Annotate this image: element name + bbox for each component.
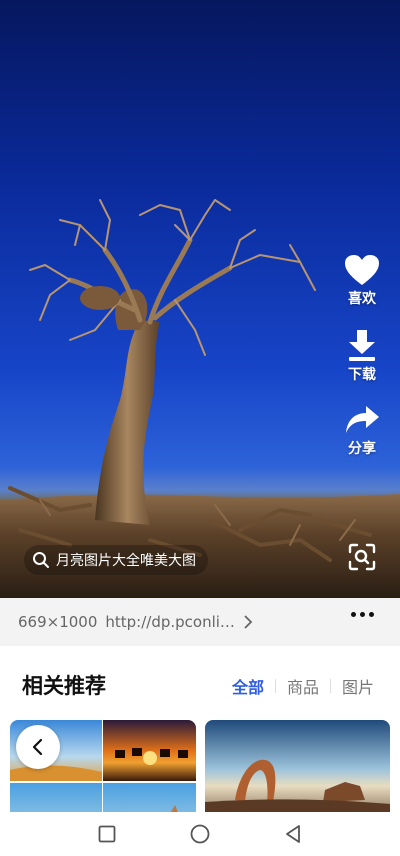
filter-tabs: 全部 商品 图片	[232, 674, 374, 698]
back-button[interactable]	[16, 725, 60, 769]
download-label: 下载	[348, 367, 376, 383]
tab-products[interactable]: 商品	[287, 674, 319, 698]
home-button[interactable]	[189, 823, 211, 845]
scan-icon[interactable]	[348, 543, 376, 571]
main-image[interactable]: 喜欢 下载 分享 月亮图片大全唯美大图	[0, 0, 400, 598]
share-icon	[346, 406, 379, 433]
image-info-bar: 669×1000 http://dp.pconli…	[0, 598, 400, 646]
back-icon	[32, 738, 43, 756]
share-button[interactable]: 分享	[344, 404, 380, 458]
download-icon	[349, 330, 375, 361]
desert-tree-photo	[0, 199, 400, 598]
heart-icon	[345, 255, 379, 285]
related-grid	[0, 720, 400, 812]
tab-divider	[274, 679, 276, 693]
search-icon	[33, 552, 49, 568]
square-icon	[98, 825, 116, 843]
related-section-header: 相关推荐 全部 商品 图片	[0, 646, 400, 720]
image-search-pill[interactable]: 月亮图片大全唯美大图	[24, 545, 208, 575]
circle-icon	[190, 824, 210, 844]
triangle-back-icon	[286, 825, 301, 843]
related-title: 相关推荐	[22, 674, 106, 698]
share-label: 分享	[348, 441, 376, 457]
chevron-right-icon[interactable]	[243, 615, 253, 629]
related-image-tile[interactable]	[205, 720, 390, 812]
search-query: 月亮图片大全唯美大图	[56, 553, 196, 569]
tab-images[interactable]: 图片	[342, 674, 374, 698]
like-button[interactable]: 喜欢	[344, 254, 380, 308]
source-url-link[interactable]: http://dp.pconli…	[105, 613, 235, 631]
nav-back-button[interactable]	[282, 823, 304, 845]
recent-apps-button[interactable]	[96, 823, 118, 845]
like-label: 喜欢	[348, 291, 376, 307]
image-dimensions: 669×1000	[18, 613, 98, 631]
download-button[interactable]: 下载	[346, 328, 378, 384]
more-icon[interactable]	[351, 612, 374, 617]
tab-all[interactable]: 全部	[232, 674, 264, 698]
system-nav-bar	[0, 812, 400, 856]
tab-divider	[329, 679, 331, 693]
arch-rock-thumbnail	[205, 720, 390, 812]
